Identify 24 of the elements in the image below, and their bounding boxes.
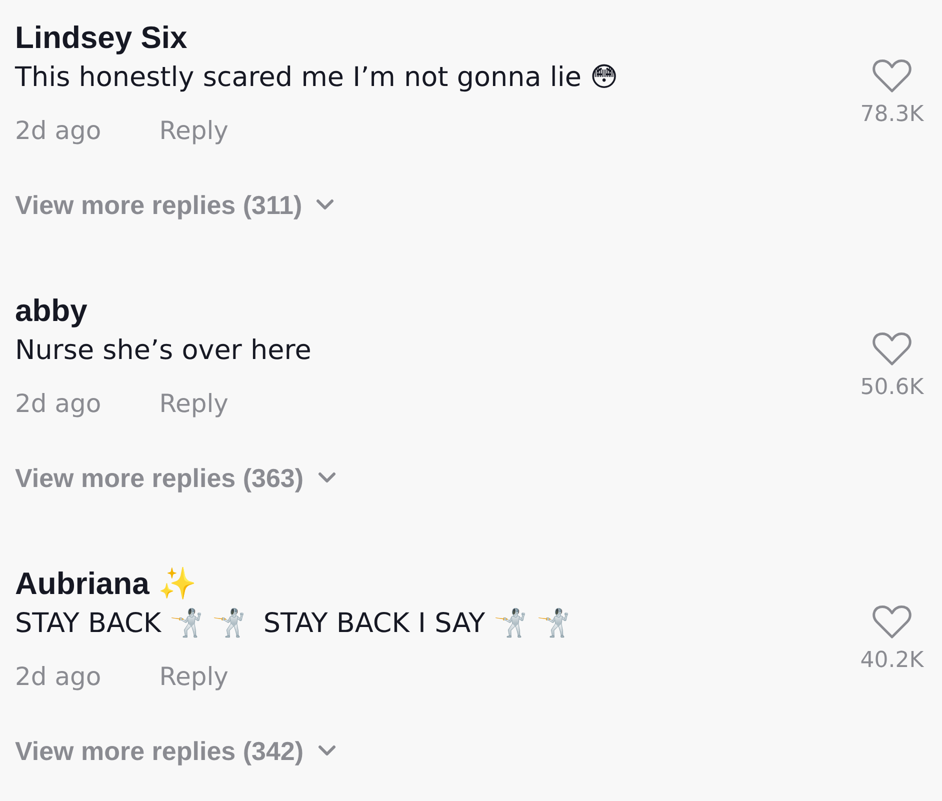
like-count: 50.6K: [860, 375, 924, 400]
like-button[interactable]: [872, 58, 912, 94]
like-button[interactable]: [872, 604, 912, 640]
timestamp: 2d ago: [15, 115, 102, 147]
reply-button[interactable]: Reply: [159, 387, 228, 421]
reply-button[interactable]: Reply: [159, 660, 228, 694]
username[interactable]: Aubriana ✨: [15, 564, 197, 604]
like-count: 78.3K: [860, 102, 924, 127]
comment-text: Nurse she’s over here: [15, 334, 312, 368]
timestamp: 2d ago: [15, 388, 102, 420]
chevron-down-icon: [318, 745, 336, 757]
view-replies-button[interactable]: View more replies (363): [15, 461, 336, 495]
like-button[interactable]: [872, 331, 912, 367]
view-replies-button[interactable]: View more replies (342): [15, 734, 336, 768]
reply-button[interactable]: Reply: [159, 114, 228, 148]
comment-text: STAY BACK 🤺 🤺 STAY BACK I SAY 🤺 🤺: [15, 607, 570, 641]
comment-text: This honestly scared me I’m not gonna lie 😳: [15, 61, 618, 95]
view-replies-button[interactable]: View more replies (311): [15, 188, 334, 222]
timestamp: 2d ago: [15, 661, 102, 693]
chevron-down-icon: [318, 472, 336, 484]
like-count: 40.2K: [860, 648, 924, 673]
chevron-down-icon: [316, 199, 334, 211]
username[interactable]: Lindsey Six: [15, 18, 188, 58]
username[interactable]: abby: [15, 291, 88, 331]
